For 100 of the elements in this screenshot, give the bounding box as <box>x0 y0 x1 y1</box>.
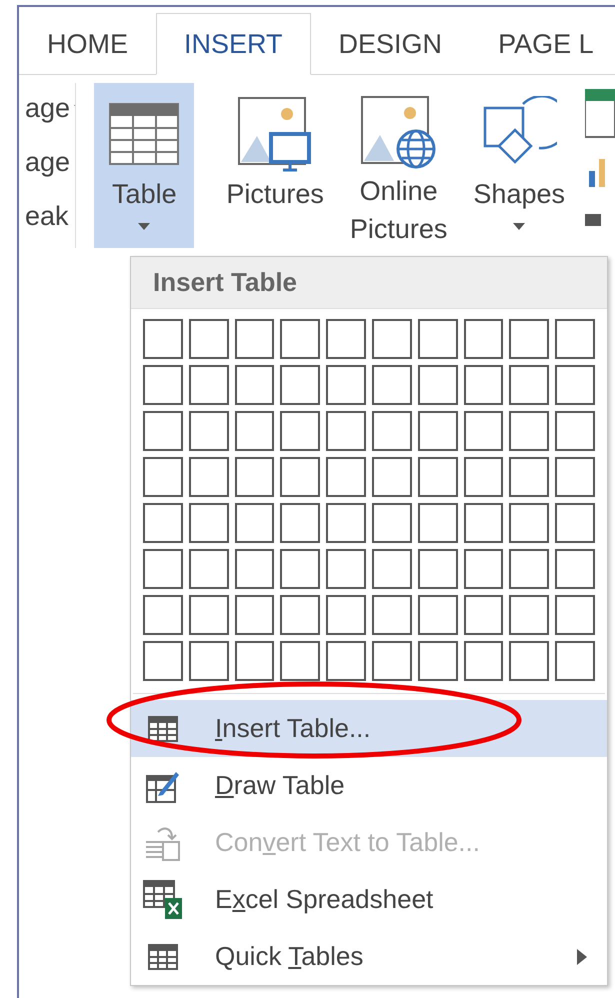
grid-cell[interactable] <box>326 319 366 359</box>
grid-cell[interactable] <box>372 319 412 359</box>
grid-cell[interactable] <box>234 365 274 405</box>
grid-cell[interactable] <box>326 595 366 635</box>
grid-cell[interactable] <box>280 641 320 681</box>
grid-cell[interactable] <box>509 319 550 359</box>
ribbon-tab[interactable]: DESIGN <box>310 13 470 75</box>
grid-cell[interactable] <box>418 319 458 359</box>
grid-cell[interactable] <box>326 641 366 681</box>
ribbon-button[interactable]: Pictures <box>220 83 330 248</box>
grid-cell[interactable] <box>280 503 320 543</box>
ribbon-command[interactable]: age <box>25 91 76 125</box>
grid-cell[interactable] <box>234 641 274 681</box>
grid-cell[interactable] <box>555 549 595 589</box>
grid-cell[interactable] <box>509 549 550 589</box>
menu-item[interactable]: Quick Tables <box>131 928 607 985</box>
grid-cell[interactable] <box>280 411 320 451</box>
grid-cell[interactable] <box>418 411 458 451</box>
grid-cell[interactable] <box>143 595 183 635</box>
grid-cell[interactable] <box>464 457 504 497</box>
grid-cell[interactable] <box>509 457 550 497</box>
grid-cell[interactable] <box>464 319 504 359</box>
grid-cell[interactable] <box>464 549 504 589</box>
menu-item[interactable]: Draw Table <box>131 757 607 814</box>
grid-cell[interactable] <box>555 641 595 681</box>
menu-item-label: Insert Table... <box>215 712 371 745</box>
menu-item[interactable]: Excel Spreadsheet <box>131 871 607 928</box>
grid-cell[interactable] <box>372 549 412 589</box>
grid-cell[interactable] <box>509 365 550 405</box>
grid-cell[interactable] <box>234 595 274 635</box>
grid-cell[interactable] <box>418 595 458 635</box>
grid-cell[interactable] <box>326 411 366 451</box>
ribbon-tab[interactable]: INSERT <box>156 13 311 75</box>
ribbon-command[interactable]: eak <box>25 199 69 233</box>
grid-cell[interactable] <box>280 549 320 589</box>
grid-cell[interactable] <box>555 411 595 451</box>
grid-cell[interactable] <box>372 641 412 681</box>
grid-cell[interactable] <box>464 411 504 451</box>
grid-cell[interactable] <box>372 457 412 497</box>
grid-cell[interactable] <box>372 411 412 451</box>
grid-cell[interactable] <box>234 319 274 359</box>
grid-cell[interactable] <box>188 319 229 359</box>
grid-cell[interactable] <box>234 549 274 589</box>
grid-cell[interactable] <box>188 641 229 681</box>
grid-cell[interactable] <box>143 411 183 451</box>
grid-cell[interactable] <box>509 503 550 543</box>
ribbon-tab[interactable]: PAGE L <box>470 13 615 75</box>
ribbon-button[interactable]: Online Pictures <box>344 83 454 248</box>
grid-cell[interactable] <box>326 503 366 543</box>
grid-cell[interactable] <box>509 595 550 635</box>
grid-cell[interactable] <box>372 595 412 635</box>
grid-cell[interactable] <box>418 503 458 543</box>
grid-cell[interactable] <box>143 503 183 543</box>
ribbon-button[interactable]: Shapes <box>467 83 571 248</box>
grid-cell[interactable] <box>280 457 320 497</box>
grid-cell[interactable] <box>188 457 229 497</box>
menu-item-label: Convert Text to Table... <box>215 826 480 859</box>
grid-cell[interactable] <box>188 411 229 451</box>
grid-cell[interactable] <box>418 365 458 405</box>
grid-cell[interactable] <box>418 641 458 681</box>
grid-cell[interactable] <box>326 457 366 497</box>
grid-cell[interactable] <box>143 457 183 497</box>
grid-cell[interactable] <box>464 641 504 681</box>
ribbon-tab[interactable]: HOME <box>19 13 156 75</box>
grid-cell[interactable] <box>555 319 595 359</box>
table-icon <box>109 103 180 165</box>
grid-cell[interactable] <box>188 503 229 543</box>
grid-cell[interactable] <box>464 365 504 405</box>
grid-cell[interactable] <box>188 549 229 589</box>
grid-cell[interactable] <box>326 549 366 589</box>
grid-cell[interactable] <box>188 595 229 635</box>
menu-item[interactable]: Insert Table... <box>131 700 607 757</box>
grid-cell[interactable] <box>234 503 274 543</box>
grid-cell[interactable] <box>418 457 458 497</box>
grid-cell[interactable] <box>418 549 458 589</box>
grid-cell[interactable] <box>464 595 504 635</box>
grid-cell[interactable] <box>509 411 550 451</box>
grid-cell[interactable] <box>234 457 274 497</box>
grid-cell[interactable] <box>143 319 183 359</box>
menu-item-label: Quick Tables <box>215 940 364 973</box>
grid-cell[interactable] <box>280 319 320 359</box>
grid-cell[interactable] <box>234 411 274 451</box>
menu-item-label: Draw Table <box>215 769 345 802</box>
grid-cell[interactable] <box>280 595 320 635</box>
grid-cell[interactable] <box>509 641 550 681</box>
grid-cell[interactable] <box>555 503 595 543</box>
ribbon-command[interactable]: age <box>25 145 70 179</box>
grid-cell[interactable] <box>372 365 412 405</box>
grid-cell[interactable] <box>326 365 366 405</box>
grid-cell[interactable] <box>143 549 183 589</box>
grid-cell[interactable] <box>372 503 412 543</box>
ribbon-button[interactable]: Table <box>94 83 194 248</box>
grid-cell[interactable] <box>464 503 504 543</box>
grid-cell[interactable] <box>188 365 229 405</box>
grid-cell[interactable] <box>143 641 183 681</box>
grid-cell[interactable] <box>555 457 595 497</box>
grid-cell[interactable] <box>280 365 320 405</box>
grid-cell[interactable] <box>143 365 183 405</box>
grid-cell[interactable] <box>555 595 595 635</box>
grid-cell[interactable] <box>555 365 595 405</box>
